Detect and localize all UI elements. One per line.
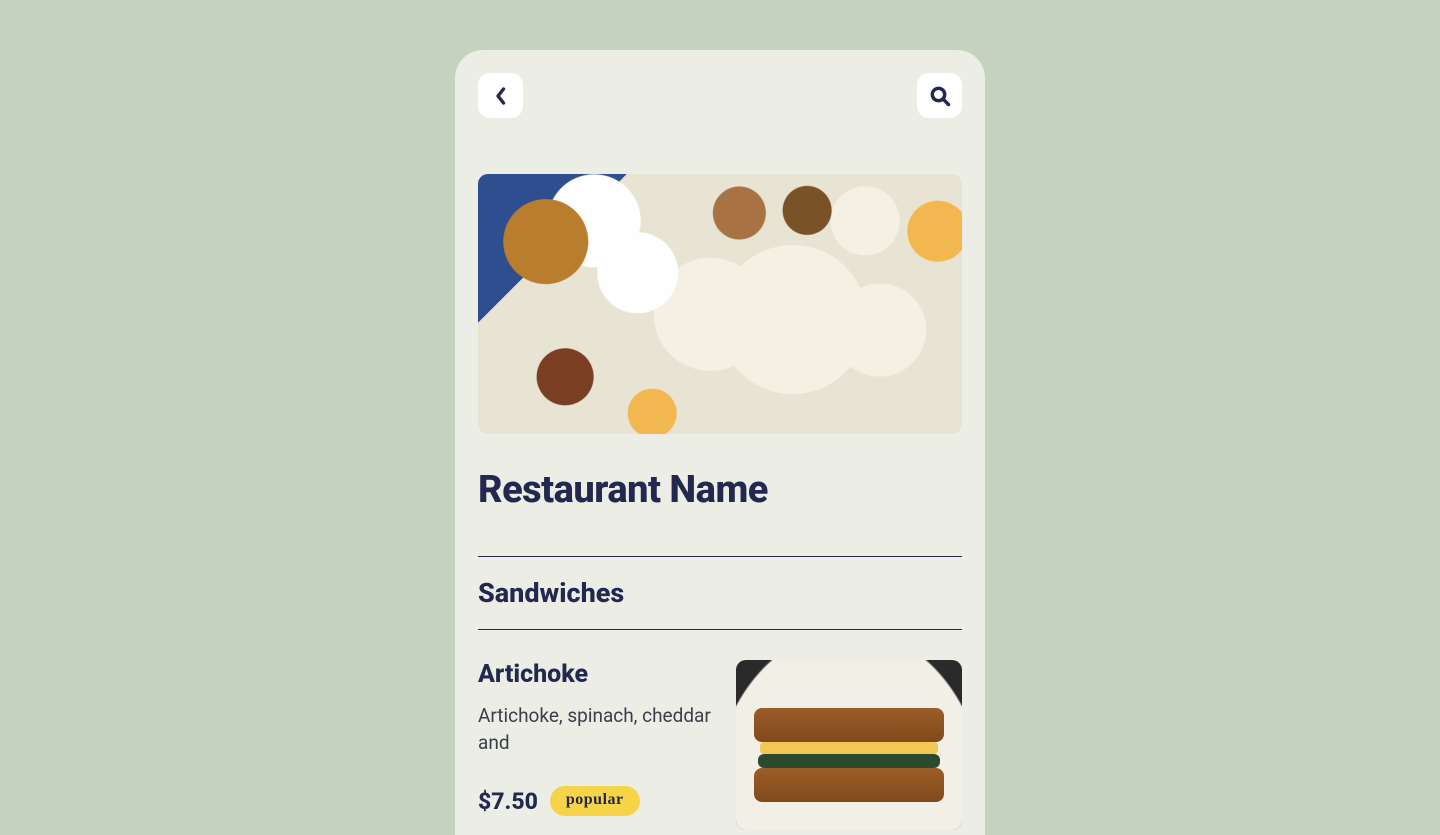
menu-item[interactable]: Artichoke Artichoke, spinach, cheddar an… <box>478 660 962 830</box>
menu-section-header: Sandwiches <box>478 556 962 630</box>
menu-item-info: Artichoke Artichoke, spinach, cheddar an… <box>478 660 716 816</box>
top-bar <box>478 73 962 118</box>
menu-item-description: Artichoke, spinach, cheddar and <box>478 703 716 756</box>
popular-badge: popular <box>550 786 640 816</box>
search-button[interactable] <box>917 73 962 118</box>
search-icon <box>929 85 951 107</box>
menu-item-price: $7.50 <box>478 788 538 815</box>
chevron-left-icon <box>495 87 507 105</box>
restaurant-title: Restaurant Name <box>478 468 962 512</box>
menu-item-name: Artichoke <box>478 660 716 689</box>
menu-item-price-row: $7.50 popular <box>478 786 716 816</box>
menu-section-title: Sandwiches <box>478 577 962 609</box>
back-button[interactable] <box>478 73 523 118</box>
restaurant-hero-image <box>478 174 962 434</box>
menu-item-image <box>736 660 962 830</box>
restaurant-menu-screen: Restaurant Name Sandwiches Artichoke Art… <box>455 50 985 835</box>
sandwich-illustration <box>754 708 944 802</box>
hero-image-placeholder <box>478 174 962 434</box>
